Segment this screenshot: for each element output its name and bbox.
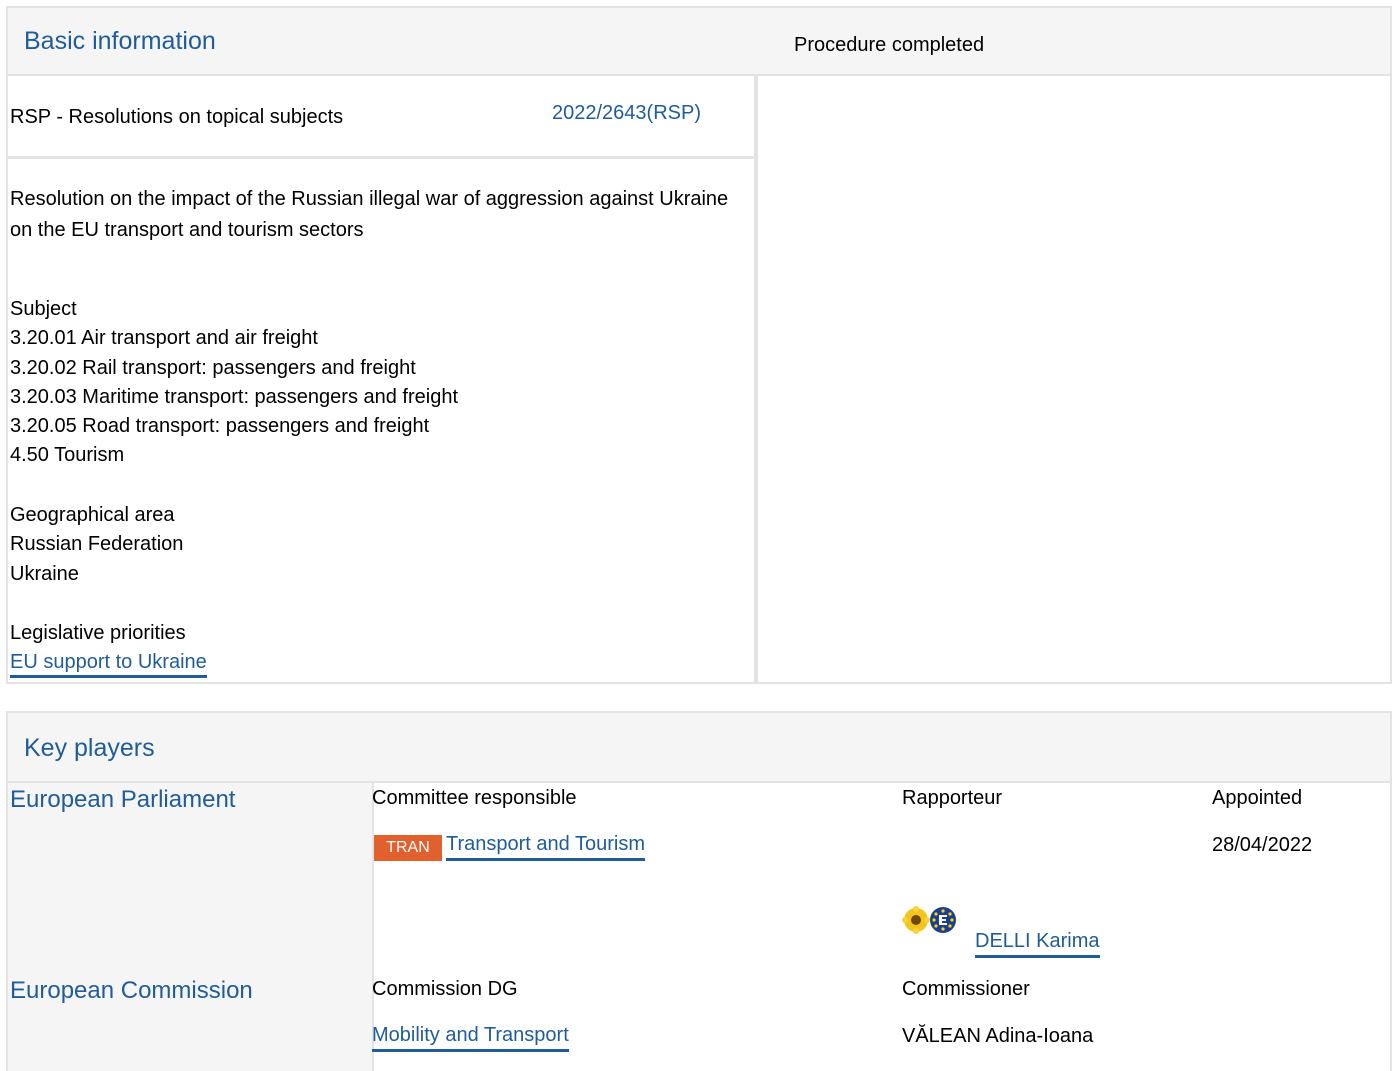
subject-section: Subject 3.20.01 Air transport and air fr… [10,295,458,471]
priorities-label: Legislative priorities [10,622,186,644]
european-parliament-link[interactable]: European Parliament [10,786,235,814]
column-divider [754,76,758,682]
rapporteur-link[interactable]: DELLI Karima [975,930,1100,958]
european-commission-link[interactable]: European Commission [10,977,253,1005]
subject-item: 3.20.01 Air transport and air freight [10,327,318,350]
procedure-description: Resolution on the impact of the Russian … [10,188,729,241]
appointed-date: 28/04/2022 [1212,834,1313,856]
committee-responsible-label: Committee responsible [372,787,577,809]
rapporteur-label: Rapporteur [902,787,1003,809]
subject-item: 4.50 Tourism [10,444,125,467]
subject-label: Subject [10,298,77,320]
basic-information-header: Basic information [8,8,1390,76]
key-players-title: Key players [24,734,155,762]
procedure-status: Procedure completed [794,34,985,56]
procedure-type: RSP - Resolutions on topical subjects [10,106,344,128]
basic-information-panel: Basic information RSP - Resolutions on t… [6,6,1392,684]
commissioner-name: VĂLEAN Adina-Ioana [902,1025,1094,1047]
subject-item: 3.20.05 Road transport: passengers and f… [10,415,430,438]
key-players-panel: Key players European Parliament Committe… [6,711,1392,1071]
commission-dg-label: Commission DG [372,978,518,1000]
geo-item: Ukraine [10,562,79,585]
geo-label: Geographical area [10,504,175,526]
procedure-row: RSP - Resolutions on topical subjects 20… [8,76,756,159]
priority-link[interactable]: EU support to Ukraine [10,651,207,679]
commissioner-label: Commissioner [902,978,1030,1000]
geo-section: Geographical area Russian Federation Ukr… [10,501,183,589]
committee-link[interactable]: Transport and Tourism [446,833,645,861]
basic-info-left-column: RSP - Resolutions on topical subjects 20… [8,76,756,682]
institution-column [8,783,372,1071]
subject-item: 3.20.02 Rail transport: passengers and f… [10,356,416,379]
subject-item: 3.20.03 Maritime transport: passengers a… [10,385,459,408]
commission-dg-link[interactable]: Mobility and Transport [372,1024,569,1052]
basic-information-title: Basic information [24,27,216,55]
key-players-header: Key players [8,713,1390,783]
committee-code-badge: TRAN [374,835,442,861]
appointed-label: Appointed [1212,787,1303,809]
procedure-reference-link[interactable]: 2022/2643(RSP) [552,102,701,125]
geo-item: Russian Federation [10,533,184,556]
priorities-section: Legislative priorities EU support to Ukr… [10,619,207,679]
greens-efa-logo-icon [902,906,956,934]
